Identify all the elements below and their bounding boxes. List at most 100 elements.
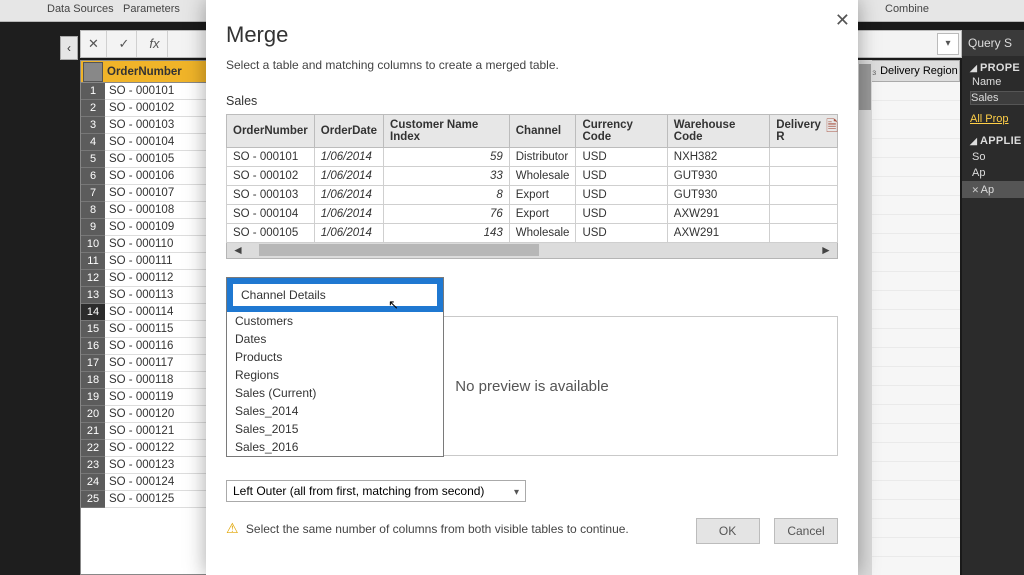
- cell[interactable]: 1/06/2014: [314, 148, 383, 167]
- table-row[interactable]: SO - 0001021/06/201433WholesaleUSDGUT930: [227, 167, 838, 186]
- row-number[interactable]: 23: [81, 457, 105, 474]
- row-number[interactable]: 4: [81, 134, 105, 151]
- second-table-dropdown[interactable]: Channel Details Customers Dates Products…: [226, 277, 838, 299]
- table-row[interactable]: 4SO - 000104: [81, 134, 209, 151]
- cell-value[interactable]: SO - 000103: [105, 117, 209, 134]
- table-row[interactable]: 11SO - 000111: [81, 253, 209, 270]
- cell[interactable]: [770, 148, 838, 167]
- table-row[interactable]: 21SO - 000121: [81, 423, 209, 440]
- cell[interactable]: [770, 186, 838, 205]
- table-row[interactable]: 25SO - 000125: [81, 491, 209, 508]
- delete-step-icon[interactable]: ✕: [972, 183, 979, 196]
- cell-value[interactable]: SO - 000117: [105, 355, 209, 372]
- column-header[interactable]: Currency Code: [576, 115, 667, 148]
- table-row[interactable]: SO - 0001051/06/2014143WholesaleUSDAXW29…: [227, 224, 838, 243]
- column-header[interactable]: OrderDate: [314, 115, 383, 148]
- cell-value[interactable]: SO - 000120: [105, 406, 209, 423]
- row-number[interactable]: 3: [81, 117, 105, 134]
- dropdown-option[interactable]: Regions: [227, 366, 443, 384]
- cell-value[interactable]: SO - 000112: [105, 270, 209, 287]
- ribbon-group-combine[interactable]: Combine: [885, 3, 929, 15]
- table-row[interactable]: 15SO - 000115: [81, 321, 209, 338]
- cell[interactable]: 59: [384, 148, 510, 167]
- table-row[interactable]: 18SO - 000118: [81, 372, 209, 389]
- cell[interactable]: GUT930: [667, 167, 769, 186]
- formula-commit-icon[interactable]: ✓: [111, 31, 137, 57]
- cell-value[interactable]: SO - 000105: [105, 151, 209, 168]
- applied-step[interactable]: Ap: [962, 165, 1024, 181]
- table-row[interactable]: 1SO - 000101: [81, 83, 209, 100]
- dropdown-option[interactable]: Customers: [227, 312, 443, 330]
- table-row[interactable]: 2SO - 000102: [81, 100, 209, 117]
- row-number[interactable]: 5: [81, 151, 105, 168]
- table-row[interactable]: 10SO - 000110: [81, 236, 209, 253]
- applied-steps-section-header[interactable]: APPLIE: [962, 129, 1024, 149]
- dropdown-option[interactable]: Sales_2016: [227, 438, 443, 456]
- row-number[interactable]: 15: [81, 321, 105, 338]
- table-row[interactable]: 8SO - 000108: [81, 202, 209, 219]
- row-number[interactable]: 18: [81, 372, 105, 389]
- table-row[interactable]: SO - 0001041/06/201476ExportUSDAXW291: [227, 205, 838, 224]
- cell-value[interactable]: SO - 000116: [105, 338, 209, 355]
- formula-expand-icon[interactable]: ▾: [937, 33, 959, 55]
- cell[interactable]: 33: [384, 167, 510, 186]
- cell[interactable]: 1/06/2014: [314, 167, 383, 186]
- table-row[interactable]: 5SO - 000105: [81, 151, 209, 168]
- row-number[interactable]: 8: [81, 202, 105, 219]
- row-number[interactable]: 16: [81, 338, 105, 355]
- row-number[interactable]: 13: [81, 287, 105, 304]
- cell[interactable]: USD: [576, 148, 667, 167]
- cell-value[interactable]: SO - 000102: [105, 100, 209, 117]
- dropdown-option[interactable]: Sales_2015: [227, 420, 443, 438]
- table-row[interactable]: 17SO - 000117: [81, 355, 209, 372]
- query-name-input[interactable]: [970, 91, 1024, 105]
- cell-value[interactable]: SO - 000125: [105, 491, 209, 508]
- cell[interactable]: 1/06/2014: [314, 224, 383, 243]
- cell[interactable]: [770, 224, 838, 243]
- row-number[interactable]: 20: [81, 406, 105, 423]
- cell-value[interactable]: SO - 000110: [105, 236, 209, 253]
- cell[interactable]: [770, 205, 838, 224]
- cell[interactable]: GUT930: [667, 186, 769, 205]
- table-row[interactable]: 14SO - 000114: [81, 304, 209, 321]
- row-number[interactable]: 2: [81, 100, 105, 117]
- formula-cancel-icon[interactable]: ✕: [81, 31, 107, 57]
- cell-value[interactable]: SO - 000114: [105, 304, 209, 321]
- dropdown-option[interactable]: Dates: [227, 330, 443, 348]
- cell[interactable]: AXW291: [667, 224, 769, 243]
- column-header[interactable]: OrderNumber: [227, 115, 315, 148]
- all-properties-link[interactable]: All Prop: [962, 109, 1024, 129]
- cell[interactable]: Export: [509, 186, 576, 205]
- row-number[interactable]: 22: [81, 440, 105, 457]
- ribbon-group-parameters[interactable]: Parameters: [123, 3, 180, 15]
- cell[interactable]: USD: [576, 224, 667, 243]
- table-row[interactable]: 16SO - 000116: [81, 338, 209, 355]
- cell[interactable]: SO - 000105: [227, 224, 315, 243]
- table-row[interactable]: SO - 0001011/06/201459DistributorUSDNXH3…: [227, 148, 838, 167]
- row-number[interactable]: 25: [81, 491, 105, 508]
- cell-value[interactable]: SO - 000124: [105, 474, 209, 491]
- row-number[interactable]: 21: [81, 423, 105, 440]
- cell[interactable]: 1/06/2014: [314, 186, 383, 205]
- cell[interactable]: USD: [576, 205, 667, 224]
- row-number[interactable]: 12: [81, 270, 105, 287]
- dropdown-option[interactable]: Sales (Current): [227, 384, 443, 402]
- row-number[interactable]: 14: [81, 304, 105, 321]
- table-row[interactable]: 23SO - 000123: [81, 457, 209, 474]
- cell[interactable]: Export: [509, 205, 576, 224]
- column-header[interactable]: Channel: [509, 115, 576, 148]
- expand-queries-chevron-icon[interactable]: ‹: [60, 36, 78, 60]
- row-number[interactable]: 19: [81, 389, 105, 406]
- cell[interactable]: SO - 000101: [227, 148, 315, 167]
- cell[interactable]: SO - 000103: [227, 186, 315, 205]
- table-row[interactable]: SO - 0001031/06/20148ExportUSDGUT930: [227, 186, 838, 205]
- table-row[interactable]: 7SO - 000107: [81, 185, 209, 202]
- row-number[interactable]: 1: [81, 83, 105, 100]
- cell-value[interactable]: SO - 000106: [105, 168, 209, 185]
- dropdown-option[interactable]: Sales_2014: [227, 402, 443, 420]
- column-header[interactable]: Warehouse Code: [667, 115, 769, 148]
- row-number[interactable]: 11: [81, 253, 105, 270]
- cell-value[interactable]: SO - 000119: [105, 389, 209, 406]
- cell[interactable]: NXH382: [667, 148, 769, 167]
- cell[interactable]: [770, 167, 838, 186]
